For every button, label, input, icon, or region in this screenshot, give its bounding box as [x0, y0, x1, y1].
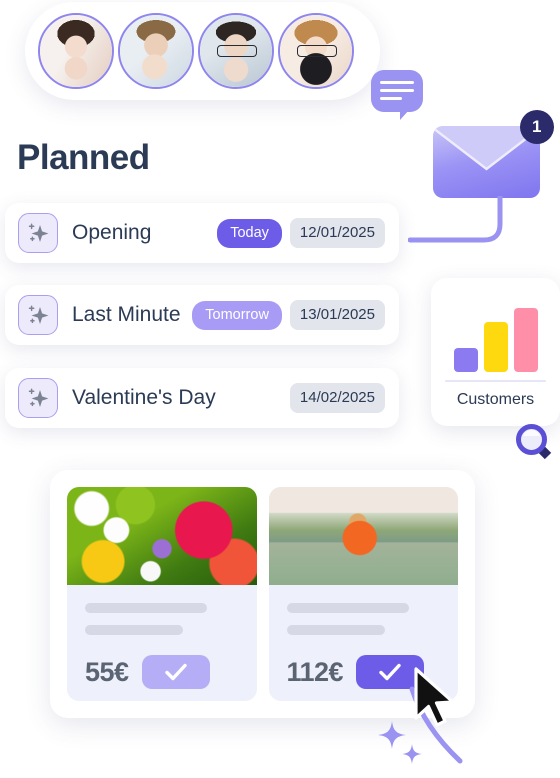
- magnifying-glass-icon[interactable]: [514, 422, 556, 464]
- task-row[interactable]: Last Minute Tomorrow 13/01/2025: [5, 285, 399, 345]
- envelope-icon[interactable]: 1: [433, 110, 554, 198]
- connector-line: [408, 196, 503, 243]
- card-divider: [445, 380, 546, 382]
- avatar[interactable]: [118, 13, 194, 89]
- avatar[interactable]: [38, 13, 114, 89]
- product-image: [268, 487, 458, 585]
- chat-bubble-tail: [400, 110, 409, 120]
- avatar-group: [25, 2, 380, 100]
- chart-bar: [453, 348, 478, 372]
- select-product-button[interactable]: [141, 655, 210, 689]
- task-date: 12/01/2025: [289, 218, 385, 248]
- customers-label: Customers: [456, 391, 535, 408]
- task-label: Opening: [72, 221, 152, 244]
- product-price: 112€: [286, 656, 344, 687]
- status-badge: Today: [217, 218, 282, 248]
- product-image: [67, 487, 257, 585]
- task-date: 14/02/2025: [289, 383, 385, 413]
- chart-bar: [513, 308, 538, 372]
- avatar[interactable]: [198, 13, 274, 89]
- sparkle-icon: [18, 378, 58, 418]
- task-label: Last Minute: [72, 303, 181, 326]
- product-card[interactable]: 55€: [67, 487, 257, 701]
- customers-card[interactable]: Customers: [431, 278, 560, 426]
- task-label: Valentine's Day: [72, 386, 216, 409]
- check-icon: [379, 663, 401, 681]
- glasses-icon: [217, 45, 257, 57]
- chat-line: [380, 81, 414, 85]
- mail-badge-count: 1: [520, 110, 554, 144]
- chart-bar: [483, 322, 508, 372]
- check-icon: [164, 663, 187, 681]
- sparkle-icon: [18, 213, 58, 253]
- avatar[interactable]: [278, 13, 354, 89]
- product-price: 55€: [85, 656, 129, 687]
- status-badge: Tomorrow: [192, 300, 282, 330]
- task-date: 13/01/2025: [289, 300, 385, 330]
- bar-chart: [443, 292, 548, 372]
- task-row[interactable]: Opening Today 12/01/2025: [5, 203, 399, 263]
- placeholder-line: [286, 603, 409, 613]
- chat-bubble-icon[interactable]: [371, 70, 423, 120]
- avatar-image: [40, 15, 112, 87]
- glasses-icon: [297, 45, 337, 57]
- price-row: 55€: [85, 655, 257, 689]
- placeholder-line: [85, 603, 207, 613]
- placeholder-line: [85, 625, 183, 635]
- task-row[interactable]: Valentine's Day 14/02/2025: [5, 368, 399, 428]
- sparkle-star-icon: [402, 744, 422, 764]
- avatar-image: [120, 15, 192, 87]
- illustration-canvas: 1 Planned Opening Today 12/01/2025 Last …: [0, 0, 560, 778]
- chat-line: [380, 97, 402, 101]
- mouse-cursor-icon: [414, 667, 455, 727]
- placeholder-line: [286, 625, 385, 635]
- chat-line: [380, 89, 414, 93]
- sparkle-icon: [18, 295, 58, 335]
- page-title: Planned: [17, 138, 150, 177]
